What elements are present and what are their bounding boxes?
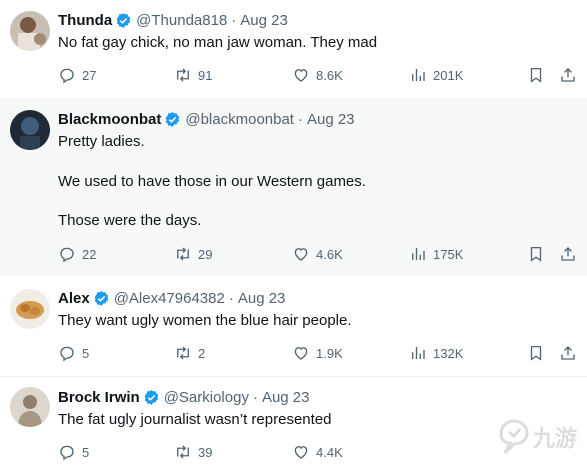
tweet-header: Thunda @Thunda818 · Aug 23 — [58, 9, 288, 31]
handle[interactable]: @Alex47964382 — [114, 290, 225, 307]
share-button[interactable] — [559, 344, 577, 367]
share-icon — [561, 346, 575, 360]
reply-count: 5 — [82, 444, 90, 460]
retweet-count: 29 — [198, 246, 213, 262]
reply-icon — [60, 68, 74, 84]
reply-button[interactable]: 27 — [58, 66, 96, 84]
separator-dot: · — [252, 388, 258, 406]
retweet-count: 39 — [198, 444, 213, 460]
reply-button[interactable]: 5 — [58, 443, 89, 461]
separator-dot: · — [228, 289, 234, 307]
views-button[interactable]: 201K — [409, 66, 463, 84]
avatar[interactable] — [10, 289, 50, 329]
bookmark-icon — [530, 345, 542, 361]
tweet-text-line: Pretty ladies. — [58, 133, 145, 150]
reply-icon — [60, 445, 74, 461]
like-button[interactable]: 8.6K — [292, 66, 343, 84]
tweet-text-line: We used to have those in our Western gam… — [58, 173, 366, 190]
separator-dot: · — [231, 11, 237, 29]
verified-badge-icon — [116, 12, 131, 28]
timestamp[interactable]: Aug 23 — [240, 12, 288, 29]
like-icon — [294, 446, 308, 459]
separator-dot: · — [297, 110, 303, 128]
reply-icon — [60, 247, 74, 263]
retweet-button[interactable]: 91 — [174, 66, 212, 84]
bookmark-icon — [530, 67, 542, 83]
views-icon — [412, 69, 425, 81]
handle[interactable]: @Sarkiology — [164, 389, 249, 406]
like-count: 4.6K — [316, 246, 343, 262]
retweet-icon — [177, 346, 189, 360]
retweet-icon — [177, 247, 189, 261]
display-name[interactable]: Blackmoonbat — [58, 111, 161, 128]
timestamp[interactable]: Aug 23 — [307, 111, 355, 128]
watermark-logo-icon — [499, 419, 529, 455]
views-icon — [412, 347, 425, 359]
reply-count: 22 — [82, 246, 97, 262]
verified-badge-icon — [144, 389, 158, 405]
share-button[interactable] — [559, 245, 577, 268]
tweet[interactable]: Blackmoonbat @blackmoonbat · Aug 23 Pret… — [0, 97, 587, 276]
reply-count: 27 — [82, 67, 97, 83]
handle[interactable]: @blackmoonbat — [185, 111, 294, 128]
display-name[interactable]: Alex — [58, 290, 90, 307]
display-name[interactable]: Thunda — [58, 12, 112, 29]
verified-badge-icon — [166, 111, 180, 127]
like-button[interactable]: 4.4K — [292, 443, 343, 461]
bookmark-button[interactable] — [527, 344, 545, 367]
retweet-button[interactable]: 39 — [174, 443, 212, 461]
like-icon — [294, 69, 308, 82]
reply-button[interactable]: 5 — [58, 344, 89, 362]
verified-badge-icon — [94, 290, 108, 306]
avatar[interactable] — [10, 387, 50, 427]
reply-button[interactable]: 22 — [58, 245, 96, 263]
bookmark-button[interactable] — [527, 66, 545, 89]
share-icon — [561, 247, 575, 261]
views-count: 175K — [433, 246, 464, 262]
retweet-icon — [177, 68, 189, 82]
like-count: 4.4K — [316, 444, 343, 460]
bookmark-icon — [530, 246, 542, 262]
avatar[interactable] — [10, 11, 50, 51]
handle[interactable]: @Thunda818 — [136, 12, 227, 29]
tweet-text: No fat gay chick, no man jaw woman. They… — [58, 34, 378, 51]
tweet-text-line: Those were the days. — [58, 212, 202, 229]
like-icon — [294, 347, 308, 360]
watermark-text: 九游 — [533, 427, 578, 452]
display-name[interactable]: Brock Irwin — [58, 389, 140, 406]
share-icon — [561, 68, 575, 82]
retweet-count: 2 — [198, 345, 206, 361]
reply-count: 5 — [82, 345, 90, 361]
views-button[interactable]: 175K — [409, 245, 463, 263]
timestamp[interactable]: Aug 23 — [238, 290, 286, 307]
retweet-button[interactable]: 29 — [174, 245, 212, 263]
tweet-header: Blackmoonbat @blackmoonbat · Aug 23 — [58, 108, 355, 130]
like-icon — [294, 248, 308, 261]
views-count: 132K — [433, 345, 464, 361]
views-count: 201K — [433, 67, 464, 83]
bookmark-button[interactable] — [527, 245, 545, 268]
share-button[interactable] — [559, 66, 577, 89]
like-button[interactable]: 4.6K — [292, 245, 343, 263]
views-button[interactable]: 132K — [409, 344, 463, 362]
tweet-text: The fat ugly journalist wasn’t represent… — [58, 411, 332, 428]
tweet-header: Brock Irwin @Sarkiology · Aug 23 — [58, 386, 310, 408]
like-count: 1.9K — [316, 345, 343, 361]
tweet-header: Alex @Alex47964382 · Aug 23 — [58, 287, 285, 309]
tweet[interactable]: Alex @Alex47964382 · Aug 23 They want ug… — [0, 275, 587, 377]
reply-icon — [60, 346, 74, 362]
tweet-text: They want ugly women the blue hair peopl… — [58, 312, 352, 329]
like-count: 8.6K — [316, 67, 343, 83]
timestamp[interactable]: Aug 23 — [262, 389, 310, 406]
like-button[interactable]: 1.9K — [292, 344, 343, 362]
avatar[interactable] — [10, 110, 50, 150]
retweet-icon — [177, 445, 189, 459]
retweet-button[interactable]: 2 — [174, 344, 205, 362]
views-icon — [412, 248, 425, 260]
watermark: 九游 — [497, 418, 577, 456]
retweet-count: 91 — [198, 67, 213, 83]
tweet[interactable]: Thunda @Thunda818 · Aug 23 No fat gay ch… — [0, 0, 587, 98]
